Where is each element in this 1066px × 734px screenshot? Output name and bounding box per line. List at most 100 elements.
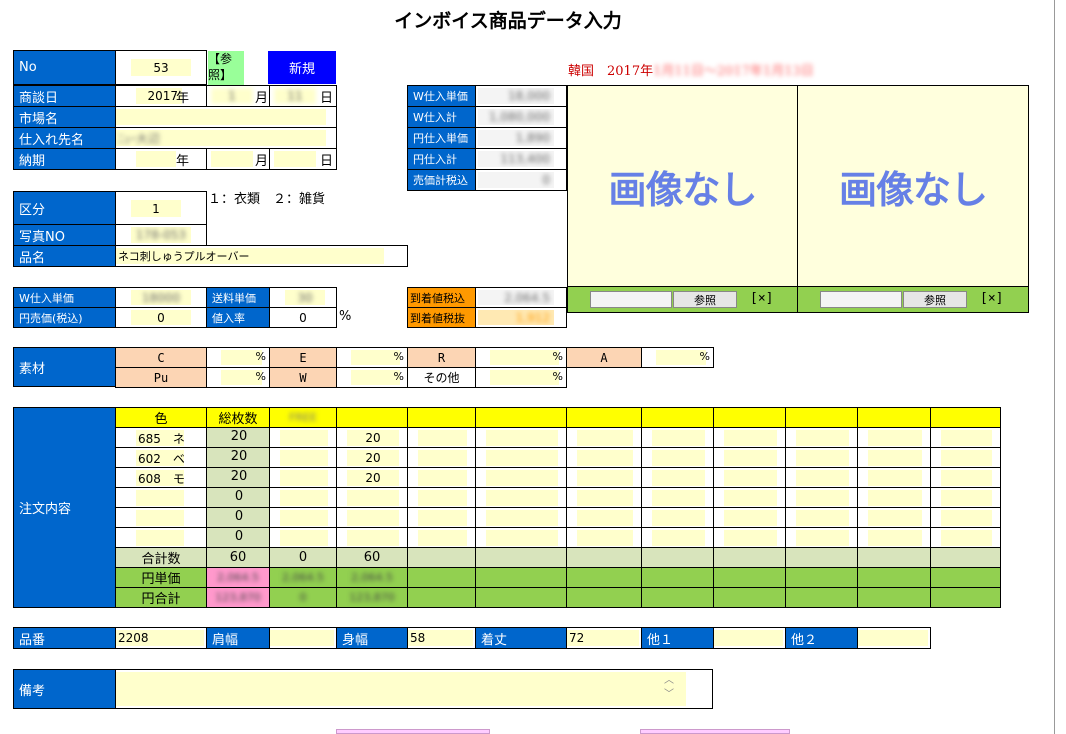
browse-button-left[interactable]: 参照 [673,291,737,308]
notes-textarea[interactable] [116,672,686,706]
order-qty-input[interactable] [486,510,558,526]
order-qty-input[interactable] [941,530,992,546]
file-input-right[interactable] [820,291,902,308]
order-qty-input[interactable] [868,430,922,446]
shoulder-input[interactable] [270,630,334,646]
order-qty-input[interactable] [577,510,633,526]
order-qty-input[interactable] [418,510,467,526]
order-color-input[interactable] [136,510,184,526]
order-qty-input[interactable] [280,510,328,526]
order-qty-input[interactable] [652,530,705,546]
order-qty-input[interactable] [347,490,399,506]
order-qty-input[interactable] [418,530,467,546]
browse-button-right[interactable]: 参照 [903,291,967,308]
order-qty-input[interactable] [652,490,705,506]
order-qty-input[interactable] [280,470,328,486]
order-qty-input[interactable] [941,470,992,486]
bottom-button-right[interactable] [640,729,790,734]
length-input[interactable]: 72 [567,630,639,646]
meeting-day-input[interactable]: 11 [274,88,316,104]
order-qty-input[interactable] [418,470,467,486]
order-qty-input[interactable] [280,530,328,546]
order-qty-input[interactable] [796,510,849,526]
product-name-input[interactable]: ネコ刺しゅうプルオーバー [116,248,384,264]
delivery-day-input[interactable] [274,151,316,167]
order-qty-input[interactable] [418,450,467,466]
order-qty-input[interactable] [577,470,633,486]
order-qty-input[interactable] [724,510,777,526]
bottom-button-left[interactable] [336,729,490,734]
supplier-input[interactable]: ﾆｭｰ大辺 [116,130,326,146]
order-qty-input[interactable] [796,450,849,466]
order-qty-input[interactable] [486,450,558,466]
no-input[interactable]: 53 [131,59,191,76]
shipping-input[interactable]: 30 [285,290,325,305]
order-qty-input[interactable] [724,430,777,446]
order-color-input[interactable]: 685 ネ [136,430,184,446]
order-qty-input[interactable] [868,470,922,486]
order-color-input[interactable] [136,490,184,506]
order-qty-input[interactable] [577,430,633,446]
order-qty-input[interactable] [868,450,922,466]
material-input[interactable] [490,370,559,385]
order-qty-input[interactable] [868,530,922,546]
cost-w-unit-input[interactable]: 18000 [131,290,191,305]
order-qty-input[interactable] [652,430,705,446]
order-qty-input[interactable] [280,430,328,446]
order-qty-input[interactable] [486,490,558,506]
order-color-input[interactable] [136,530,184,546]
order-qty-input[interactable] [796,530,849,546]
other1-input[interactable] [714,630,783,646]
order-qty-input[interactable] [724,490,777,506]
material-input[interactable] [656,350,706,365]
order-qty-input[interactable]: 20 [347,430,399,446]
material-input[interactable] [490,350,559,365]
order-qty-input[interactable] [280,450,328,466]
meeting-month-input[interactable]: 1 [211,88,253,104]
order-qty-input[interactable] [724,530,777,546]
order-qty-input[interactable] [280,490,328,506]
market-name-input[interactable] [116,109,326,125]
order-qty-input[interactable] [868,490,922,506]
chevron-down-icon[interactable]: ﹀ [664,690,674,700]
order-qty-input[interactable] [868,510,922,526]
order-qty-input[interactable] [652,510,705,526]
order-qty-input[interactable] [486,470,558,486]
order-qty-input[interactable] [941,510,992,526]
order-qty-input[interactable] [418,490,467,506]
order-qty-input[interactable]: 20 [347,470,399,486]
order-qty-input[interactable] [577,530,633,546]
yen-price-input[interactable]: 0 [131,310,191,325]
clear-button-right[interactable]: [×] [980,291,1003,306]
order-qty-input[interactable] [652,470,705,486]
other2-input[interactable] [858,630,928,646]
chevron-up-icon[interactable]: ︿ [664,676,674,686]
order-color-input[interactable]: 602 ベ [136,450,184,466]
order-qty-input[interactable] [577,490,633,506]
photo-no-input[interactable]: 178-053 [131,227,191,243]
order-qty-input[interactable] [724,470,777,486]
order-qty-input[interactable] [796,470,849,486]
category-input[interactable]: 1 [131,200,181,217]
ref-button[interactable]: 【参照】 [208,51,244,85]
order-qty-input[interactable] [486,430,558,446]
order-qty-input[interactable]: 20 [347,450,399,466]
body-width-input[interactable]: 58 [408,630,473,646]
order-qty-input[interactable] [418,430,467,446]
order-qty-input[interactable] [941,450,992,466]
order-qty-input[interactable] [577,450,633,466]
markup-input[interactable]: 0 [275,310,331,325]
clear-button-left[interactable]: [×] [750,291,773,306]
order-qty-input[interactable] [486,530,558,546]
order-qty-input[interactable] [724,450,777,466]
order-qty-input[interactable] [652,450,705,466]
order-qty-input[interactable] [796,430,849,446]
order-qty-input[interactable] [347,510,399,526]
image-slot-left[interactable]: 画像なし [567,85,798,287]
delivery-year-input[interactable] [136,151,176,167]
image-slot-right[interactable]: 画像なし [797,85,1029,287]
order-qty-input[interactable] [796,490,849,506]
order-qty-input[interactable] [941,430,992,446]
order-color-input[interactable]: 608 モ [136,470,184,486]
part-no-input[interactable]: 2208 [116,630,204,646]
